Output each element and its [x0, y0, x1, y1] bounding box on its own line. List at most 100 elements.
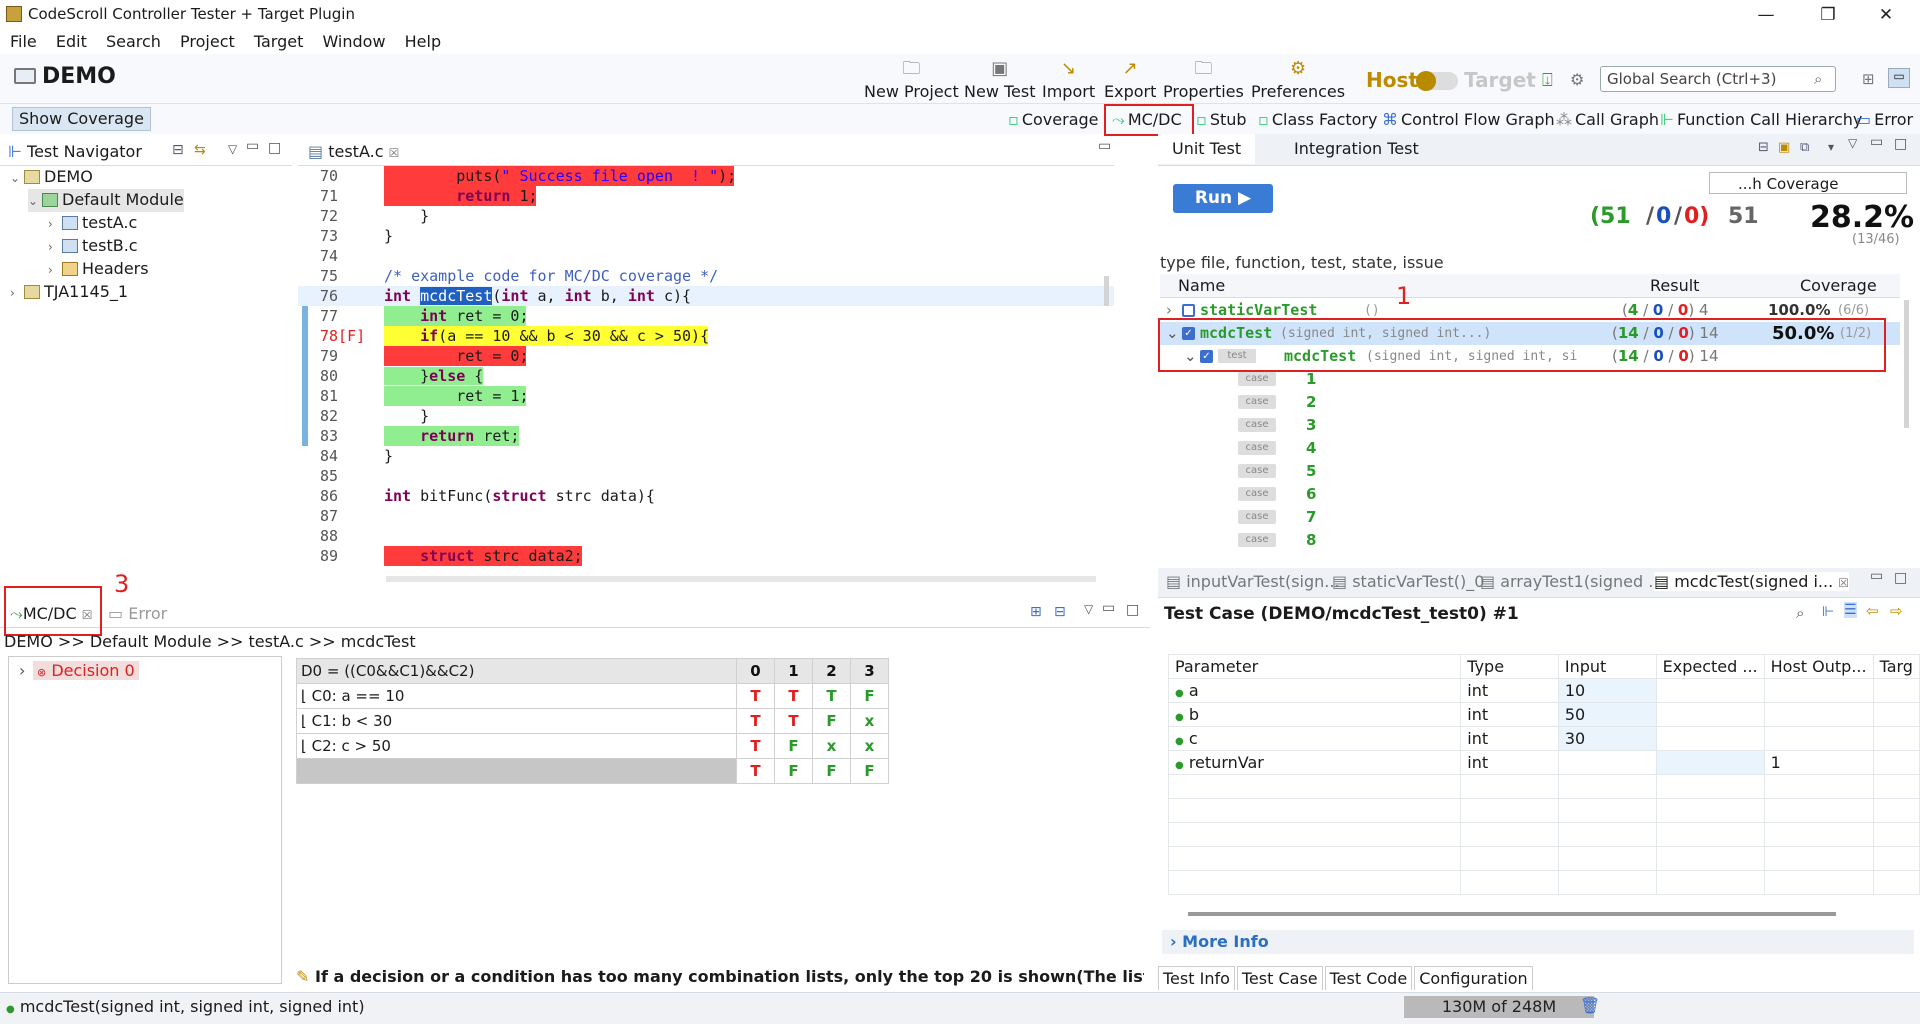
test-table-scrollbar[interactable] — [1904, 300, 1909, 428]
copy-icon[interactable]: ⧉ — [1800, 140, 1809, 155]
view-menu-icon[interactable]: ▽ — [1848, 136, 1857, 150]
menu-help[interactable]: Help — [405, 29, 441, 54]
col-input[interactable]: Input — [1557, 654, 1657, 679]
parameter-table-scrollbar[interactable] — [1188, 912, 1836, 916]
test-navigator-tab[interactable]: ⊩ Test Navigator — [8, 142, 142, 161]
connect-icon[interactable]: ⍗ — [1542, 70, 1553, 91]
preferences-button[interactable]: ⚙ Preferences — [1251, 58, 1345, 101]
tab-configuration[interactable]: Configuration — [1414, 966, 1533, 990]
tab-unit-test[interactable]: Unit Test — [1158, 134, 1256, 164]
import-button[interactable]: ↘ Import — [1042, 58, 1095, 101]
col-result[interactable]: Result — [1650, 276, 1699, 295]
back-arrow-icon[interactable]: ⇦ — [1866, 602, 1879, 620]
col-expected[interactable]: Expected ... — [1655, 654, 1765, 679]
forward-arrow-icon[interactable]: ⇨ — [1890, 602, 1903, 620]
tab-test-case[interactable]: Test Case — [1236, 966, 1323, 990]
stub-view-button[interactable]: ▫ Stub — [1196, 110, 1247, 129]
show-coverage-button[interactable]: Show Coverage — [12, 107, 151, 131]
collapse-all-icon[interactable]: ⊟ — [172, 142, 184, 158]
function-call-hierarchy-button[interactable]: ⊩ Function Call Hierarchy — [1660, 110, 1862, 129]
menu-file[interactable]: File — [10, 29, 37, 54]
col-coverage[interactable]: Coverage — [1800, 276, 1877, 295]
maximize-view-icon[interactable]: □ — [268, 140, 281, 156]
case-row[interactable]: case 5 — [1160, 460, 1900, 483]
more-info-section[interactable]: › More Info — [1162, 930, 1914, 954]
case-row[interactable]: case 4 — [1160, 437, 1900, 460]
coverage-view-button[interactable]: ▫ Coverage — [1008, 110, 1099, 129]
tree-node-testb[interactable]: › testB.c — [48, 235, 138, 258]
maximize-view-icon[interactable]: □ — [1126, 602, 1139, 618]
expand-all-icon[interactable]: ⊞ — [1030, 604, 1042, 620]
minimize-view-icon[interactable]: ▭ — [1870, 134, 1883, 150]
case-row[interactable]: case 2 — [1160, 391, 1900, 414]
col-name[interactable]: Name — [1178, 276, 1225, 295]
menu-edit[interactable]: Edit — [56, 29, 87, 54]
host-target-toggle[interactable] — [1416, 71, 1458, 91]
expand-icon[interactable]: › — [19, 661, 25, 680]
tab-mcdctest[interactable]: ▤ mcdcTest(signed i... ☒ — [1654, 572, 1850, 591]
case-row[interactable]: case 8 — [1160, 529, 1900, 552]
tree-node-default-module[interactable]: ⌄ Default Module — [28, 189, 184, 212]
tree-node-demo[interactable]: ⌄ DEMO — [10, 166, 93, 189]
minimize-view-icon[interactable]: ▭ — [246, 138, 259, 154]
case-row[interactable]: case 7 — [1160, 506, 1900, 529]
list-view-icon[interactable]: ☰ — [1844, 602, 1857, 618]
maximize-view-icon[interactable]: □ — [1894, 570, 1907, 586]
heap-memory-indicator[interactable]: 130M of 248M — [1404, 996, 1594, 1018]
view-menu-icon[interactable]: ▽ — [228, 142, 237, 156]
maximize-button[interactable]: ❐ — [1808, 2, 1848, 28]
link-icon[interactable]: ⇆ — [194, 142, 206, 158]
coverage-type-dropdown[interactable]: ...h Coverage — [1709, 172, 1907, 194]
parameter-row[interactable]: ● b int 50 — [1167, 702, 1920, 727]
input-cell[interactable]: 10 — [1557, 678, 1657, 703]
tab-inputvartest[interactable]: ▤ inputVarTest(sign... — [1166, 572, 1340, 591]
maximize-view-icon[interactable]: □ — [1894, 136, 1907, 152]
editor-tab-testa[interactable]: ▤ testA.c ☒ — [308, 142, 399, 161]
collapse-all-icon[interactable]: ⊟ — [1758, 140, 1769, 155]
tab-test-info[interactable]: Test Info — [1158, 966, 1235, 990]
expected-cell[interactable] — [1655, 750, 1765, 775]
parameter-row[interactable]: ● c int 30 — [1167, 726, 1920, 751]
error-view-button[interactable]: ▭ Error — [1856, 110, 1913, 129]
global-search-input[interactable]: Global Search (Ctrl+3) — [1600, 66, 1836, 92]
class-factory-button[interactable]: ▫ Class Factory — [1258, 110, 1377, 129]
case-row[interactable]: case 6 — [1160, 483, 1900, 506]
editor-horizontal-scrollbar[interactable] — [386, 576, 1096, 582]
minimize-view-icon[interactable]: ▭ — [1102, 600, 1115, 616]
minimize-button[interactable]: — — [1746, 2, 1786, 28]
view-menu-icon[interactable]: ▽ — [1084, 602, 1093, 616]
new-project-button[interactable]: 🗀 New Project — [864, 58, 959, 101]
new-test-button[interactable]: ▣ New Test — [964, 58, 1036, 101]
view-menu-icon[interactable]: ▾ — [1828, 140, 1834, 154]
tab-staticvartest[interactable]: ▤ staticVarTest()_0 — [1332, 572, 1484, 591]
vertical-scrollbar[interactable] — [1104, 276, 1109, 306]
code-editor[interactable]: 70 puts(" Success file open ! "); 71 ret… — [298, 166, 1114, 570]
parameter-row[interactable]: ● a int 10 — [1167, 678, 1920, 703]
tab-integration-test[interactable]: Integration Test — [1280, 134, 1433, 164]
minimize-view-icon[interactable]: ▭ — [1098, 138, 1111, 154]
export-button[interactable]: ↗ Export — [1104, 58, 1156, 101]
col-host-output[interactable]: Host Outp... — [1763, 654, 1874, 679]
close-button[interactable]: ✕ — [1866, 2, 1906, 28]
case-row[interactable]: case 3 — [1160, 414, 1900, 437]
properties-button[interactable]: 🗀 Properties — [1163, 58, 1244, 101]
minimize-view-icon[interactable]: ▭ — [1870, 568, 1883, 584]
tree-node-tja1145[interactable]: › TJA1145_1 — [10, 281, 128, 304]
input-cell[interactable]: 50 — [1557, 702, 1657, 727]
col-type[interactable]: Type — [1460, 654, 1559, 679]
run-button[interactable]: Run ▶ — [1173, 184, 1273, 213]
col-target[interactable]: Targ — [1872, 654, 1920, 679]
control-flow-graph-button[interactable]: ⌘ Control Flow Graph — [1382, 110, 1555, 129]
tab-test-code[interactable]: Test Code — [1324, 966, 1413, 990]
tree-view-icon[interactable]: ⊩ — [1822, 604, 1834, 620]
open-perspective-icon[interactable]: ▭ — [1888, 68, 1910, 88]
test-filter-input[interactable]: type file, function, test, state, issue — [1160, 253, 1444, 272]
call-graph-button[interactable]: ⁂ Call Graph — [1556, 110, 1659, 129]
tree-node-testa[interactable]: › testA.c — [48, 212, 137, 235]
menu-project[interactable]: Project — [180, 29, 235, 54]
menu-search[interactable]: Search — [106, 29, 161, 54]
menu-target[interactable]: Target — [254, 29, 304, 54]
error-tab[interactable]: ▭ Error — [108, 604, 167, 623]
col-parameter[interactable]: Parameter — [1167, 654, 1462, 679]
trash-icon[interactable]: 🗑 — [1580, 996, 1600, 1015]
